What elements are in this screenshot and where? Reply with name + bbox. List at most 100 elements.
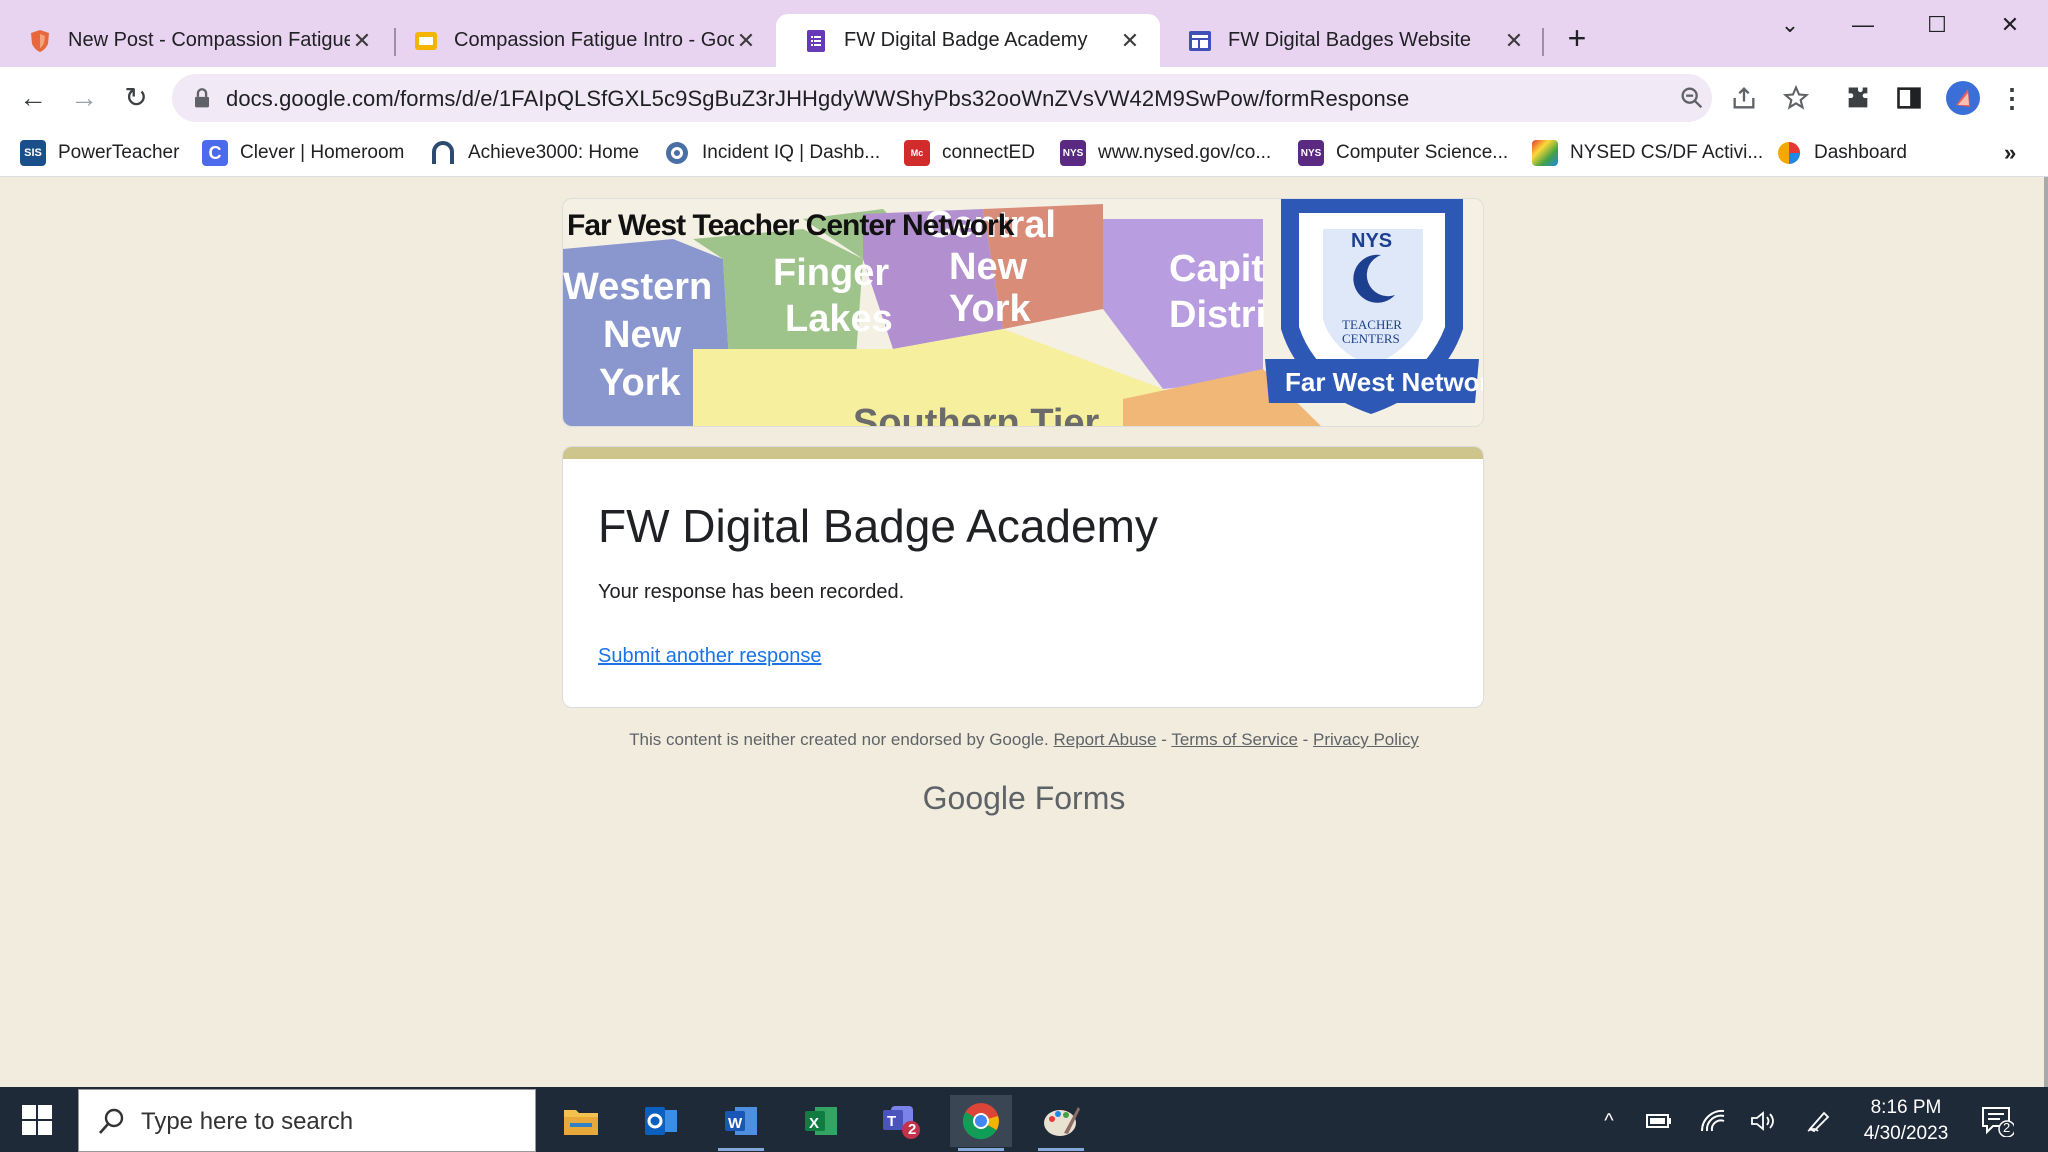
- close-window-button[interactable]: ✕: [1990, 10, 2030, 40]
- teams-icon[interactable]: T 2: [870, 1095, 932, 1147]
- region-label: Western: [563, 266, 712, 308]
- bookmark-label: www.nysed.gov/co...: [1098, 142, 1272, 163]
- sis-icon: SIS: [20, 140, 46, 166]
- taskbar-clock[interactable]: 8:16 PM 4/30/2023: [1846, 1095, 1966, 1147]
- submit-another-response-link[interactable]: Submit another response: [598, 645, 821, 668]
- region-label: Lakes: [785, 298, 893, 340]
- excel-icon[interactable]: X: [790, 1095, 852, 1147]
- back-button[interactable]: ←: [14, 79, 52, 117]
- terms-of-service-link[interactable]: Terms of Service: [1171, 730, 1298, 749]
- tab-title: FW Digital Badges Website: [1228, 29, 1472, 51]
- file-explorer-icon[interactable]: [550, 1095, 612, 1147]
- more-bookmarks-button[interactable]: »: [2004, 137, 2016, 169]
- footer-separator: -: [1297, 730, 1314, 749]
- lock-icon[interactable]: [188, 84, 216, 112]
- clever-icon: C: [202, 140, 228, 166]
- search-icon: [99, 1108, 124, 1134]
- google-forms-icon: [807, 29, 825, 52]
- dashboard-icon: [1778, 142, 1800, 164]
- chrome-icon[interactable]: [950, 1095, 1012, 1151]
- window-edge: [2044, 177, 2048, 1087]
- notification-center-icon[interactable]: 2: [1980, 1103, 2016, 1138]
- svg-text:X: X: [809, 1115, 819, 1132]
- bookmark-label: PowerTeacher: [58, 142, 180, 163]
- region-label: Southern Tier: [853, 402, 1100, 427]
- tab-fw-digital-badges-website[interactable]: FW Digital Badges Website ✕: [1160, 14, 1544, 67]
- tab-search-chevron-icon[interactable]: ⌄: [1770, 10, 1810, 40]
- bookmark-achieve3000[interactable]: Achieve3000: Home: [430, 137, 639, 169]
- address-bar[interactable]: docs.google.com/forms/d/e/1FAIpQLSfGXL5c…: [172, 74, 1810, 122]
- logo-nys-text: NYS: [1351, 230, 1392, 252]
- clock-date: 4/30/2023: [1863, 1123, 1949, 1144]
- search-placeholder: Type here to search: [141, 1108, 354, 1135]
- reload-button[interactable]: ↻: [117, 79, 155, 117]
- region-label: Finger: [773, 252, 889, 294]
- region-label: Distri: [1169, 294, 1266, 336]
- bookmark-powerteacher[interactable]: SIS PowerTeacher: [20, 137, 179, 169]
- bookmark-label: NYSED CS/DF Activi...: [1570, 142, 1764, 163]
- brave-shield-icon: [31, 29, 49, 52]
- new-tab-button[interactable]: +: [1562, 22, 1592, 54]
- tab-fw-digital-badge-academy[interactable]: FW Digital Badge Academy ✕: [776, 14, 1160, 67]
- mcgraw-hill-icon: Mc: [904, 140, 930, 166]
- close-tab-icon[interactable]: ✕: [734, 28, 758, 53]
- confirmation-card: FW Digital Badge Academy Your response h…: [562, 446, 1484, 708]
- url-text[interactable]: docs.google.com/forms/d/e/1FAIpQLSfGXL5c…: [226, 86, 1409, 112]
- banner-heading: Far West Teacher Center Network: [567, 209, 1015, 242]
- teacher-centers-logo: NYS TEACHER CENTERS Far West Network: [1265, 199, 1483, 414]
- taskbar-search-box[interactable]: Type here to search: [78, 1089, 536, 1152]
- pen-icon[interactable]: [1806, 1109, 1832, 1133]
- close-tab-icon[interactable]: ✕: [1118, 28, 1142, 53]
- ny-region-map-image: Western New York Finger Lakes Central Ne…: [563, 199, 1483, 427]
- extensions-puzzle-icon[interactable]: [1844, 84, 1872, 112]
- privacy-policy-link[interactable]: Privacy Policy: [1313, 730, 1419, 749]
- bookmark-label: Computer Science...: [1336, 142, 1509, 163]
- forward-button[interactable]: →: [65, 79, 103, 117]
- bookmark-connected[interactable]: Mc connectED: [904, 137, 1035, 169]
- bookmark-dashboard[interactable]: Dashboard: [1776, 137, 1907, 169]
- tab-new-post[interactable]: New Post - Compassion Fatigue ✕: [0, 14, 392, 67]
- outlook-icon[interactable]: [630, 1095, 692, 1147]
- achieve-icon: [432, 141, 454, 164]
- bookmark-nysed[interactable]: NYS www.nysed.gov/co...: [1060, 137, 1271, 169]
- tab-compassion-slides[interactable]: Compassion Fatigue Intro - Google Slides…: [386, 14, 776, 67]
- show-hidden-icons-chevron[interactable]: ^: [1596, 1109, 1622, 1133]
- region-label: York: [949, 288, 1032, 330]
- tab-title: New Post - Compassion Fatigue: [68, 29, 350, 51]
- maximize-button[interactable]: ☐: [1917, 10, 1957, 40]
- minimize-button[interactable]: —: [1843, 10, 1883, 40]
- network-icon[interactable]: [1700, 1109, 1726, 1133]
- google-forms-logo[interactable]: Google Forms: [0, 780, 2048, 817]
- svg-text:T: T: [887, 1113, 896, 1130]
- bookmark-incident-iq[interactable]: Incident IQ | Dashb...: [664, 137, 880, 169]
- forms-wordmark: Forms: [1034, 780, 1126, 816]
- paint-icon[interactable]: [1030, 1095, 1092, 1151]
- windows-start-icon[interactable]: [22, 1105, 52, 1135]
- tab-separator: [1542, 28, 1544, 56]
- region-label: York: [599, 362, 682, 404]
- form-title: FW Digital Badge Academy: [598, 500, 1158, 552]
- word-icon[interactable]: W: [710, 1095, 772, 1151]
- browser-toolbar: ← → ↻ docs.google.com/forms/d/e/1FAIpQLS…: [0, 67, 2048, 129]
- report-abuse-link[interactable]: Report Abuse: [1053, 730, 1156, 749]
- bookmark-computer-science[interactable]: NYS Computer Science...: [1298, 137, 1508, 169]
- zoom-icon[interactable]: [1678, 84, 1706, 112]
- windows-taskbar: Type here to search W X T 2 ^ 8:16 PM 4/…: [0, 1087, 2048, 1152]
- bookmarks-bar: SIS PowerTeacher C Clever | Homeroom Ach…: [0, 129, 2048, 177]
- battery-icon[interactable]: [1646, 1109, 1672, 1133]
- clock-time: 8:16 PM: [1870, 1097, 1942, 1118]
- volume-icon[interactable]: [1750, 1109, 1776, 1133]
- close-tab-icon[interactable]: ✕: [350, 28, 374, 53]
- side-panel-icon[interactable]: [1895, 84, 1923, 112]
- close-tab-icon[interactable]: ✕: [1502, 28, 1526, 53]
- share-icon[interactable]: [1730, 84, 1758, 112]
- bookmark-clever[interactable]: C Clever | Homeroom: [202, 137, 404, 169]
- notification-count: 2: [2003, 1120, 2011, 1135]
- incident-iq-icon: [666, 142, 688, 164]
- bookmark-nysed-cs-df[interactable]: NYSED CS/DF Activi...: [1532, 137, 1763, 169]
- profile-avatar[interactable]: [1946, 81, 1980, 115]
- bookmark-star-icon[interactable]: [1782, 84, 1810, 112]
- browser-menu-icon[interactable]: ⋮: [1993, 79, 2031, 117]
- tab-title: FW Digital Badge Academy: [844, 29, 1088, 51]
- nysed-activity-icon: [1532, 140, 1558, 166]
